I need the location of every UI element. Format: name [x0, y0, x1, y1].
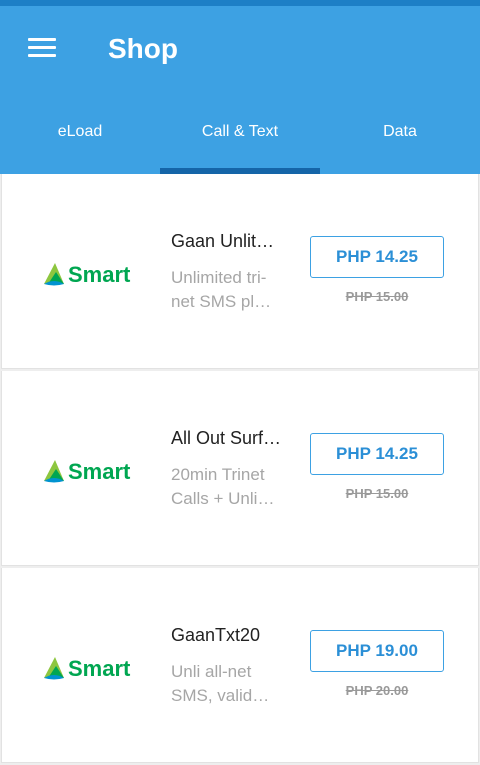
original-price: PHP 20.00 — [345, 683, 409, 698]
product-description: Unlimited tri- net SMS pl… — [171, 268, 272, 311]
svg-text:Smart: Smart — [68, 656, 131, 681]
buy-price-button[interactable]: PHP 14.25 — [310, 433, 444, 475]
tab-bar: eLoad Call & Text Data — [0, 102, 480, 174]
tab-data[interactable]: Data — [320, 102, 480, 174]
tab-call-text[interactable]: Call & Text — [160, 102, 320, 174]
product-name: All Out Surf… — [171, 428, 282, 448]
buy-price-button[interactable]: PHP 14.25 — [310, 236, 444, 278]
tab-eload[interactable]: eLoad — [0, 102, 160, 174]
menu-icon[interactable] — [28, 38, 56, 58]
product-description: Unli all-net SMS, valid… — [171, 662, 270, 705]
buy-price-button[interactable]: PHP 19.00 — [310, 630, 444, 672]
product-name: GaanTxt20 — [171, 625, 261, 645]
smart-logo: Smart — [42, 654, 144, 682]
product-list: Smart Gaan Unlit… Unlimited tri- net SMS… — [0, 174, 480, 765]
product-card[interactable]: Smart GaanTxt20 Unli all-net SMS, valid…… — [1, 568, 479, 763]
page-title: Shop — [108, 33, 178, 64]
product-card[interactable]: Smart Gaan Unlit… Unlimited tri- net SMS… — [1, 174, 479, 369]
original-price: PHP 15.00 — [345, 486, 409, 501]
svg-text:Smart: Smart — [68, 262, 131, 287]
app-bar: Shop eLoad Call & Text Data — [0, 6, 480, 174]
svg-text:Smart: Smart — [68, 459, 131, 484]
original-price: PHP 15.00 — [345, 289, 409, 304]
smart-logo: Smart — [42, 260, 144, 288]
product-description: 20min Trinet Calls + Unli… — [171, 465, 275, 508]
smart-logo: Smart — [42, 457, 144, 485]
product-name: Gaan Unlit… — [171, 231, 275, 251]
product-card[interactable]: Smart All Out Surf… 20min Trinet Calls +… — [1, 371, 479, 566]
